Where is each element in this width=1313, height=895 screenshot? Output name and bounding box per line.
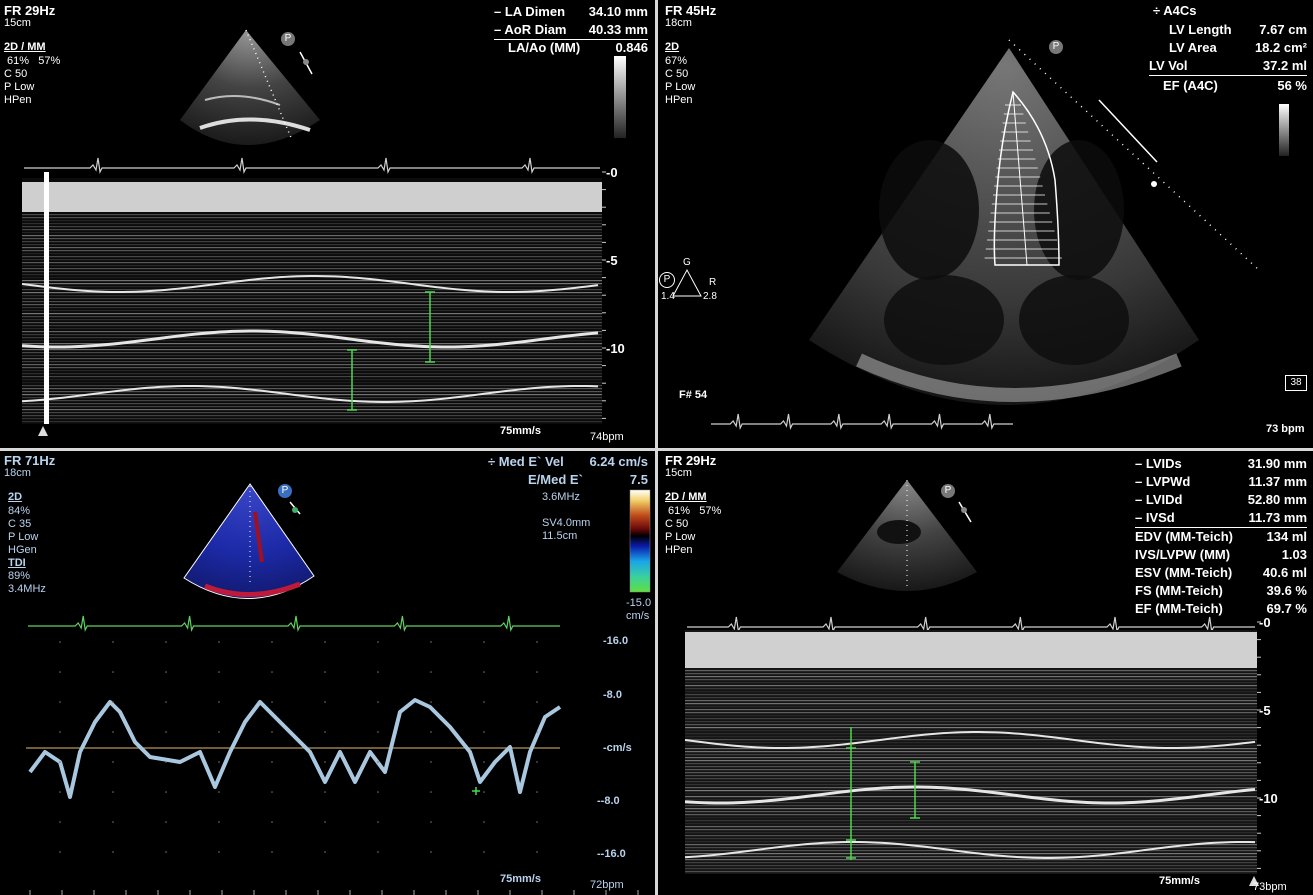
tdi-gain: 89% xyxy=(8,570,31,582)
measurement-lvidd: – LVIDd 52.80 mm xyxy=(1135,492,1307,507)
heart-rate: 73 bpm xyxy=(1266,423,1305,435)
panel-a4c-2d: FR 45Hz 18cm 2D 67% C 50 P Low HPen P ÷ … xyxy=(659,0,1313,447)
velocity-mark-neg8: --8.0 xyxy=(597,795,620,807)
measurement-ivs-lvpw: IVS/LVPW (MM) 1.03 xyxy=(1135,547,1307,562)
depth: 15cm xyxy=(4,17,31,29)
power: P Low xyxy=(4,81,35,93)
orientation-left-num: 1.4 xyxy=(661,291,675,302)
measurement-lv-length: LV Length 7.67 cm xyxy=(1169,22,1307,37)
harmonic: HGen xyxy=(8,544,37,556)
harmonic: HPen xyxy=(665,94,693,106)
sweep-speed: 75mm/s xyxy=(1159,875,1200,887)
measurement-la-dimen: – LA Dimen 34.10 mm xyxy=(494,4,648,19)
heart-rate: 74bpm xyxy=(590,431,624,443)
depth: 15cm xyxy=(665,467,692,479)
horizontal-divider xyxy=(0,448,1313,451)
gain: 61% 57% xyxy=(665,505,722,517)
orientation-right-num: 2.8 xyxy=(703,291,717,302)
velocity-mark-8: -8.0 xyxy=(603,689,622,701)
probe-badge: P xyxy=(941,484,955,498)
measurement-lv-area: LV Area 18.2 cm² xyxy=(1169,40,1307,55)
tdi-freq: 3.4MHz xyxy=(8,583,46,595)
measurement-la-ao-ratio: LA/Ao (MM) 0.846 xyxy=(508,40,648,55)
harmonic: HPen xyxy=(665,544,693,556)
orientation-top: G xyxy=(683,257,691,268)
measurement-e-med-e: E/Med E` 7.5 xyxy=(528,472,648,487)
probe-badge: P xyxy=(1049,40,1063,54)
depth-mark-5: -5 xyxy=(1259,703,1271,718)
panel-la-ao-mmode: FR 29Hz 15cm 2D / MM 61% 57% C 50 P Low … xyxy=(0,0,654,447)
mode-label: 2D xyxy=(8,491,23,503)
gain: 61% 57% xyxy=(4,55,61,67)
sweep-speed: 75mm/s xyxy=(500,873,541,885)
depth: 18cm xyxy=(4,467,31,479)
doppler-freq: 3.6MHz xyxy=(542,491,580,503)
panel-tdi-doppler: FR 71Hz 18cm 2D 84% C 35 P Low HGen TDI … xyxy=(0,452,654,895)
mode-label: 2D / MM xyxy=(665,491,707,503)
velocity-mark-neg16: --16.0 xyxy=(597,848,626,860)
measurement-ivsd: – IVSd 11.73 mm xyxy=(1135,510,1307,528)
velocity-mark-baseline: -cm/s xyxy=(603,742,632,754)
frame-number: F# 54 xyxy=(679,389,708,401)
color-scale-min: -15.0 xyxy=(626,597,652,609)
panel-lv-mmode: FR 29Hz 15cm 2D / MM 61% 57% C 50 P Low … xyxy=(659,452,1313,895)
heart-rate: 73bpm xyxy=(1253,881,1287,893)
depth-mark-5: -5 xyxy=(606,253,618,268)
orientation-right: R xyxy=(709,277,717,288)
harmonic: HPen xyxy=(4,94,32,106)
heart-rate: 72bpm xyxy=(590,879,624,891)
compression: C 50 xyxy=(665,68,689,80)
orientation-badge: P xyxy=(659,272,675,288)
mode-label: 2D / MM xyxy=(4,41,46,53)
measurement-aor-diam: – AoR Diam 40.33 mm xyxy=(494,22,648,40)
la-ao-mmode-image xyxy=(21,29,626,436)
sweep-speed: 75mm/s xyxy=(500,425,541,437)
mode-label: 2D xyxy=(665,41,680,53)
frame-rate: FR 45Hz xyxy=(665,3,717,18)
depth-mark-10: -10 xyxy=(606,341,625,356)
sample-depth: 11.5cm xyxy=(542,530,578,542)
depth-mark-10: -10 xyxy=(1259,791,1278,806)
probe-badge: P xyxy=(281,32,295,46)
measurement-esv: ESV (MM-Teich) 40.6 ml xyxy=(1135,565,1307,580)
frame-rate: FR 71Hz xyxy=(4,453,56,468)
gain: 67% xyxy=(665,55,688,67)
probe-badge: P xyxy=(278,484,292,498)
power: P Low xyxy=(8,531,39,543)
color-scale-unit: cm/s xyxy=(626,610,650,622)
measurement-ef-a4c: EF (A4C) 56 % xyxy=(1163,78,1307,93)
compression: C 50 xyxy=(4,68,28,80)
measurement-lvpwd: – LVPWd 11.37 mm xyxy=(1135,474,1307,489)
measurement-edv: EDV (MM-Teich) 134 ml xyxy=(1135,529,1307,544)
velocity-mark-16: -16.0 xyxy=(603,635,629,647)
measurement-med-e-vel: ÷ Med E` Vel 6.24 cm/s xyxy=(488,454,648,469)
measurement-lvids: – LVIDs 31.90 mm xyxy=(1135,456,1307,471)
power: P Low xyxy=(665,531,696,543)
view-label: ÷ A4Cs xyxy=(1153,3,1197,18)
power: P Low xyxy=(665,81,696,93)
measurement-lv-vol: LV Vol 37.2 ml xyxy=(1149,58,1307,76)
depth-mark-0: -0 xyxy=(606,165,618,180)
depth: 18cm xyxy=(665,17,692,29)
frame-rate: FR 29Hz xyxy=(665,453,717,468)
compression: C 35 xyxy=(8,518,32,530)
temperature-box: 38 xyxy=(1285,375,1307,391)
tdi-label: TDI xyxy=(8,557,26,569)
depth-mark-0: -0 xyxy=(1259,615,1271,630)
measurement-ef-mm: EF (MM-Teich) 69.7 % xyxy=(1135,601,1307,616)
frame-rate: FR 29Hz xyxy=(4,3,56,18)
compression: C 50 xyxy=(665,518,689,530)
sample-volume: SV4.0mm xyxy=(542,517,591,529)
gain: 84% xyxy=(8,505,31,517)
measurement-fs: FS (MM-Teich) 39.6 % xyxy=(1135,583,1307,598)
